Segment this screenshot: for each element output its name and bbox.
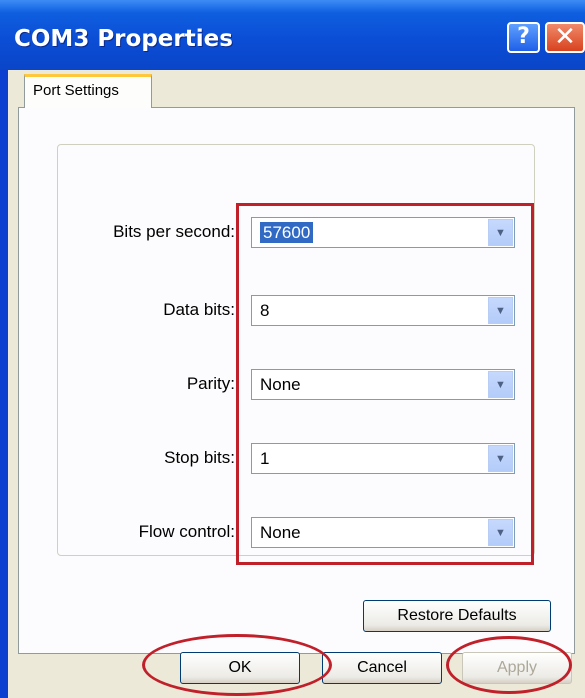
restore-defaults-button[interactable]: Restore Defaults [363, 600, 551, 632]
annotation-oval-apply [446, 636, 572, 694]
window-title: COM3 Properties [14, 26, 233, 52]
data-bits-label: Data bits: [163, 300, 235, 319]
close-button[interactable]: ✕ [545, 22, 585, 53]
help-button[interactable]: ? [507, 22, 540, 53]
stop-bits-label: Stop bits: [164, 448, 235, 467]
flow-control-label: Flow control: [138, 522, 235, 541]
dialog-window: COM3 Properties ? ✕ Port Settings Bits p… [0, 0, 585, 698]
annotation-oval-ok [142, 634, 332, 696]
tab-panel: Bits per second: 57600 ▼ Data bits: 8 ▼ … [18, 107, 575, 654]
cancel-button[interactable]: Cancel [322, 652, 442, 684]
annotation-rectangle [236, 203, 534, 565]
parity-label: Parity: [186, 374, 235, 393]
tab-port-settings[interactable]: Port Settings [24, 74, 152, 108]
bits-per-second-label: Bits per second: [113, 222, 235, 241]
title-bar[interactable]: COM3 Properties ? ✕ [0, 0, 585, 70]
dialog-client-area: Port Settings Bits per second: 57600 ▼ D… [8, 70, 585, 698]
